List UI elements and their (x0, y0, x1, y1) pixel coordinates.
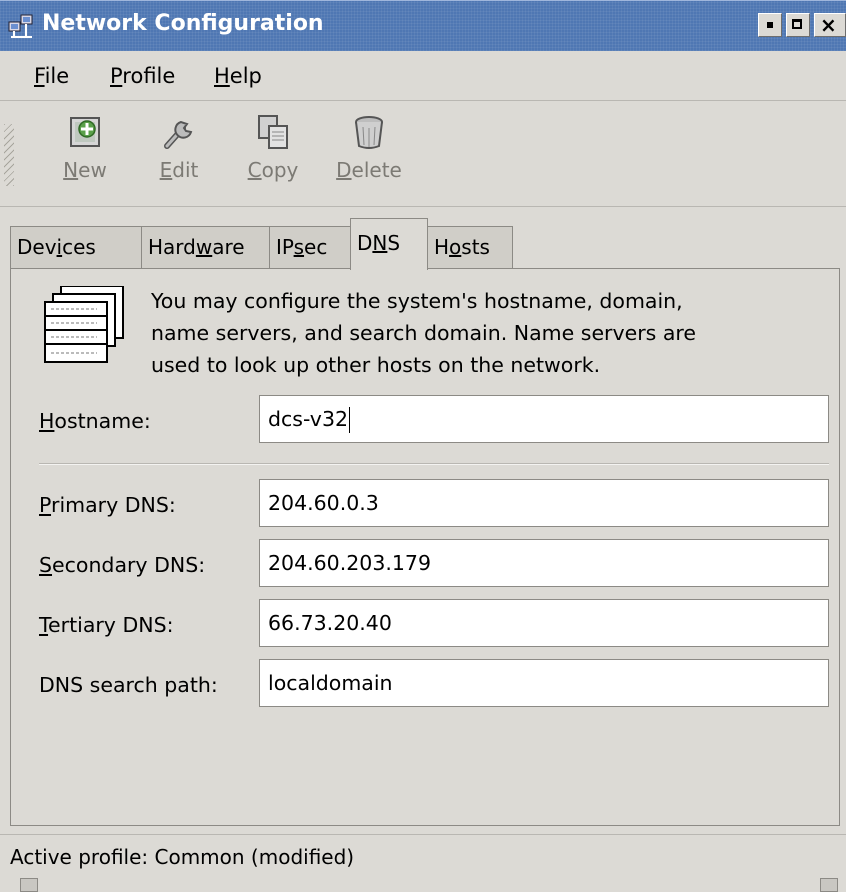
copy-icon (258, 115, 288, 149)
edit-button[interactable]: Edit (144, 112, 214, 182)
tertiary-dns-field[interactable]: 66.73.20.40 (259, 599, 829, 647)
dns-table-icon (44, 286, 124, 363)
scroll-left-stub (20, 878, 38, 892)
status-bar: Active profile: Common (modified) (0, 834, 846, 877)
menu-bar: File Profile Help (0, 52, 846, 101)
dns-search-path-field[interactable]: localdomain (259, 659, 829, 707)
close-button[interactable]: × (814, 13, 846, 37)
resize-grip[interactable] (820, 878, 838, 892)
title-bar[interactable]: Network Configuration × (0, 0, 846, 51)
tab-dns[interactable]: DNS (350, 218, 428, 270)
secondary-dns-field[interactable]: 204.60.203.179 (259, 539, 829, 587)
toolbar: New Edit Copy Delete (0, 102, 846, 207)
secondary-dns-label: Secondary DNS: (39, 553, 206, 577)
wrench-icon (164, 120, 193, 149)
minimize-button[interactable] (758, 13, 782, 37)
new-button[interactable]: New (50, 112, 120, 182)
dns-search-path-label: DNS search path: (39, 673, 218, 697)
trash-icon (355, 116, 383, 149)
menu-file[interactable]: File (34, 64, 69, 88)
tab-hardware[interactable]: Hardware (141, 226, 270, 268)
menu-profile[interactable]: Profile (110, 64, 175, 88)
dns-panel: You may configure the system's hostname,… (10, 268, 840, 826)
copy-button[interactable]: Copy (238, 112, 308, 182)
hostname-label: Hostname: (39, 409, 151, 433)
toolbar-grip[interactable] (4, 124, 14, 186)
primary-dns-field[interactable]: 204.60.0.3 (259, 479, 829, 527)
hostname-field[interactable]: dcs-v32 (259, 395, 829, 443)
window-title: Network Configuration (42, 11, 324, 36)
menu-help[interactable]: Help (214, 64, 262, 88)
window-bottom-edge (0, 876, 846, 892)
network-config-icon (8, 14, 33, 38)
status-text: Active profile: Common (modified) (10, 845, 355, 869)
text-cursor (349, 407, 351, 433)
delete-button[interactable]: Delete (334, 112, 404, 182)
primary-dns-label: Primary DNS: (39, 493, 176, 517)
minimize-icon (767, 22, 773, 28)
tab-devices[interactable]: Devices (10, 226, 142, 268)
dns-info-text: You may configure the system's hostname,… (151, 289, 697, 377)
tertiary-dns-label: Tertiary DNS: (39, 613, 174, 637)
tab-hosts[interactable]: Hosts (427, 226, 513, 268)
new-device-icon (70, 117, 100, 147)
maximize-button[interactable] (786, 13, 810, 37)
close-icon: × (820, 13, 837, 37)
tab-ipsec[interactable]: IPsec (269, 226, 351, 268)
separator (39, 463, 829, 465)
maximize-icon (792, 19, 802, 29)
